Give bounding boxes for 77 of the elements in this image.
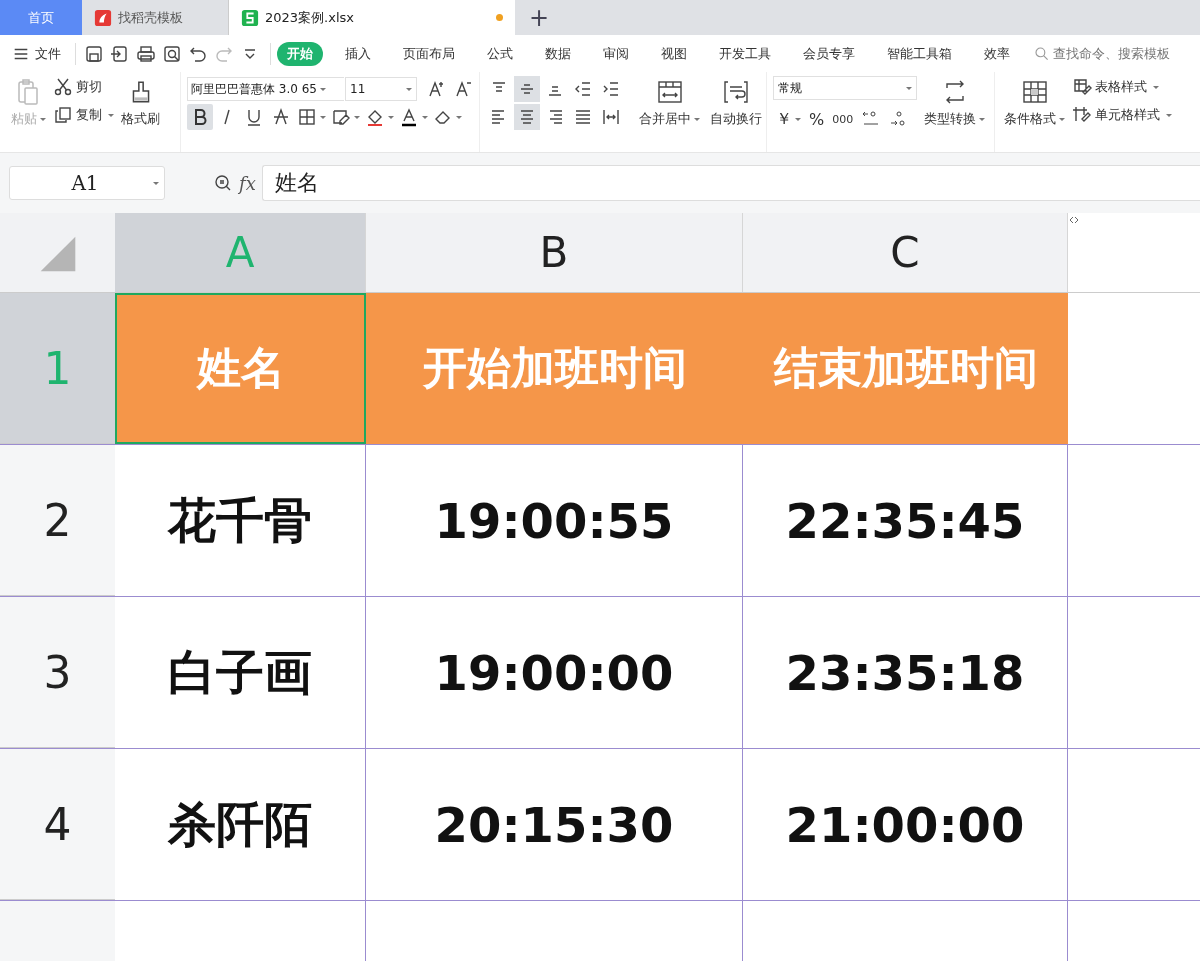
table-cell: 花千骨 xyxy=(115,445,366,596)
export-icon xyxy=(110,43,130,64)
function-label[interactable]: fx xyxy=(239,172,256,194)
align-distribute-icon xyxy=(601,107,621,127)
merge-cells-icon xyxy=(655,78,684,106)
font-size-dropdown[interactable]: 11 xyxy=(345,77,417,101)
name-box[interactable]: A1 xyxy=(9,166,165,200)
header-cell: 姓名 xyxy=(115,293,366,444)
table-style-button[interactable]: 表格样式 xyxy=(1072,76,1172,98)
strike-icon xyxy=(271,107,291,127)
currency-button[interactable]: ￥ xyxy=(773,106,804,132)
ribbon-tab[interactable]: 视图 xyxy=(651,41,697,66)
table-cell: 23:35:18 xyxy=(743,597,1068,748)
tab-label: 找稻壳模板 xyxy=(118,8,183,27)
thousands-button[interactable]: 000 xyxy=(829,106,857,132)
font-name-dropdown[interactable]: 阿里巴巴普惠体 3.0 65 xyxy=(187,77,344,101)
row-header[interactable]: 3 xyxy=(0,597,115,748)
ribbon-tab[interactable]: 页面布局 xyxy=(393,41,465,66)
bold-button[interactable] xyxy=(187,104,213,130)
percent-button[interactable]: % xyxy=(806,106,828,132)
table-cell: 杀阡陌 xyxy=(115,749,366,900)
ribbon-tab[interactable]: 智能工具箱 xyxy=(877,41,962,66)
ribbon-tab[interactable]: 数据 xyxy=(535,41,581,66)
row-header[interactable]: 4 xyxy=(0,749,115,900)
row-header[interactable]: 2 xyxy=(0,445,115,596)
spreadsheet-icon xyxy=(241,8,259,27)
ribbon-tab[interactable]: 会员专享 xyxy=(793,41,865,66)
align-justify-icon xyxy=(573,107,593,127)
copy-icon xyxy=(53,105,73,125)
document-tab[interactable]: 2023案例.xlsx xyxy=(229,0,515,35)
align-middle-button[interactable] xyxy=(514,76,540,102)
fill-pattern-icon xyxy=(331,107,351,127)
ribbon-tab[interactable]: 开发工具 xyxy=(709,41,781,66)
header-cell: 结束加班时间 xyxy=(743,293,1068,444)
conditional-format-button[interactable]: 条件格式 xyxy=(1001,76,1068,130)
align-outdent-icon xyxy=(573,79,593,99)
table-cell: 22:35:45 xyxy=(743,445,1068,596)
align-center-button[interactable] xyxy=(514,104,540,130)
formula-field[interactable]: 姓名 xyxy=(261,165,1200,201)
table-cell: 20:15:30 xyxy=(366,749,743,900)
number-format-dropdown[interactable]: 常规 xyxy=(773,76,917,100)
ribbon-tab[interactable]: 效率 xyxy=(974,41,1020,66)
cut-button[interactable]: 剪切 xyxy=(53,76,114,98)
save-icon xyxy=(84,43,104,64)
tab-label: 首页 xyxy=(28,8,54,27)
format-painter-button[interactable]: 格式刷 xyxy=(118,76,163,130)
ribbon-tab[interactable]: 插入 xyxy=(335,41,381,66)
table-cell: 21:00:00 xyxy=(743,749,1068,900)
copy-button[interactable]: 复制 xyxy=(53,104,114,126)
resize-icon xyxy=(1068,215,1080,225)
wrap-text-icon xyxy=(722,78,750,106)
tab-label: 2023案例.xlsx xyxy=(265,8,354,27)
new-tab-button[interactable]: + xyxy=(521,0,557,35)
type-convert-button[interactable]: 类型转换 xyxy=(921,76,988,130)
table-cell: 白子画 xyxy=(115,597,366,748)
border-icon xyxy=(297,107,317,127)
wrap-text-button[interactable]: 自动换行 xyxy=(707,76,765,130)
preview-icon xyxy=(162,43,182,64)
shrink-font-icon xyxy=(454,79,474,99)
font-color-icon xyxy=(399,107,419,127)
cell-style-button[interactable]: 单元格样式 xyxy=(1072,104,1172,126)
zoom-icon xyxy=(213,173,233,193)
table-cell: 19:00:55 xyxy=(366,445,743,596)
table-cell: 19:00:00 xyxy=(366,597,743,748)
column-header[interactable]: B xyxy=(366,213,743,292)
file-menu[interactable]: 文件 xyxy=(12,44,61,63)
ribbon-tab[interactable]: 公式 xyxy=(477,41,523,66)
flame-icon xyxy=(94,8,112,27)
table-brush-icon xyxy=(1072,77,1092,97)
search-icon xyxy=(1034,45,1050,62)
table-grid-icon xyxy=(1020,78,1049,106)
ribbon-tab[interactable]: 审阅 xyxy=(593,41,639,66)
scissors-icon xyxy=(53,77,73,97)
header-cell: 开始加班时间 xyxy=(366,293,743,444)
print-icon xyxy=(136,43,156,64)
align-indent-icon xyxy=(601,79,621,99)
merge-center-button[interactable]: 合并居中 xyxy=(636,76,703,130)
